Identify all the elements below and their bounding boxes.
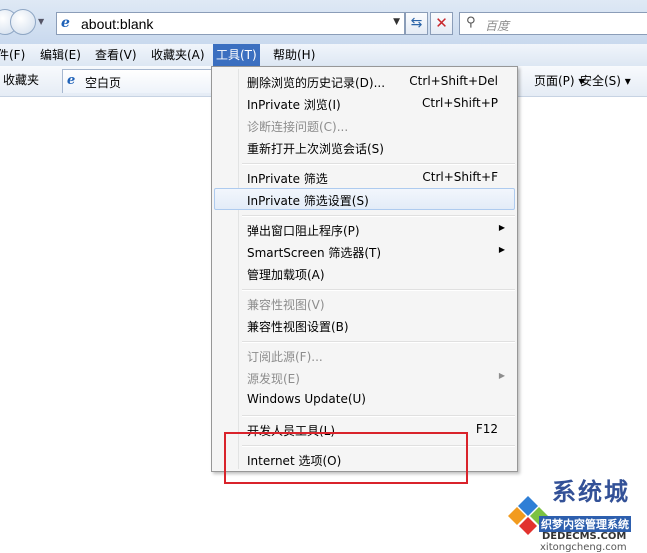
menu-item-feed-discovery: 源发现(E) ▶ [214, 366, 515, 388]
menu-item-compatibility-view-settings[interactable]: 兼容性视图设置(B) [214, 314, 515, 336]
watermark-subtitle: 织梦内容管理系统 [539, 516, 631, 532]
menu-item-label: 诊断连接问题(C)... [247, 120, 349, 134]
submenu-arrow-icon: ▶ [498, 371, 505, 380]
refresh-button[interactable]: ⇆ [405, 12, 428, 35]
watermark-site: DEDECMS.COM [542, 531, 627, 542]
recent-pages-dropdown-icon[interactable]: ▼ [38, 17, 44, 26]
menu-item-compatibility-view: 兼容性视图(V) [214, 292, 515, 314]
menu-item-shortcut: Ctrl+Shift+Del [409, 74, 498, 88]
menu-favorites[interactable]: 收藏夹(A) [148, 44, 208, 66]
favorites-button[interactable]: 收藏夹 [0, 69, 45, 92]
tab-label: 空白页 [85, 76, 122, 90]
menu-item-label: 兼容性视图(V) [247, 298, 325, 312]
search-box[interactable]: ⚲ 百度 [459, 12, 647, 35]
ie-page-icon: e [61, 15, 70, 31]
menu-item-label: 兼容性视图设置(B) [247, 320, 349, 334]
menu-tools[interactable]: 工具(T) [213, 44, 260, 66]
menu-item-label: SmartScreen 筛选器(T) [247, 246, 382, 260]
menu-item-label: InPrivate 筛选设置(S) [247, 194, 369, 208]
watermark-title: 系统城 [552, 478, 630, 506]
address-dropdown-icon[interactable]: ▼ [393, 17, 400, 27]
menu-item-label: Windows Update(U) [247, 392, 366, 406]
tab-blank-page[interactable]: e 空白页 [62, 69, 212, 93]
page-menu-button[interactable]: 页面(P) ▾ [534, 70, 584, 92]
menu-item-label: 订阅此源(F)... [247, 350, 323, 364]
menu-item-inprivate-filter-settings[interactable]: InPrivate 筛选设置(S) [214, 188, 515, 210]
address-field[interactable]: e about:blank ▼ [56, 12, 405, 35]
address-bar-area: ▼ e about:blank ▼ ⇆ ✕ ⚲ 百度 [0, 0, 647, 45]
menu-item-windows-update[interactable]: Windows Update(U) [214, 388, 515, 410]
menu-separator [242, 215, 515, 217]
menu-item-smartscreen-filter[interactable]: SmartScreen 筛选器(T) ▶ [214, 240, 515, 262]
menu-item-inprivate-filter[interactable]: InPrivate 筛选 Ctrl+Shift+F [214, 166, 515, 188]
stop-button[interactable]: ✕ [430, 12, 453, 35]
menu-help[interactable]: 帮助(H) [270, 44, 318, 66]
menu-item-label: InPrivate 浏览(I) [247, 98, 341, 112]
search-placeholder: 百度 [485, 19, 510, 33]
ie-tab-icon: e [67, 73, 76, 88]
watermark-bottom: xitongcheng.com [540, 542, 627, 553]
submenu-arrow-icon: ▶ [498, 245, 505, 254]
menu-separator [242, 163, 515, 165]
menu-separator [242, 341, 515, 343]
menu-item-subscribe-feed: 订阅此源(F)... [214, 344, 515, 366]
menu-item-label: 源发现(E) [247, 372, 300, 386]
menu-item-manage-addons[interactable]: 管理加载项(A) [214, 262, 515, 284]
menu-item-label: 删除浏览的历史记录(D)... [247, 76, 386, 90]
menu-item-delete-history[interactable]: 删除浏览的历史记录(D)... Ctrl+Shift+Del [214, 70, 515, 92]
safety-menu-button[interactable]: 安全(S) ▾ [580, 70, 631, 92]
menu-view[interactable]: 查看(V) [92, 44, 140, 66]
menu-bar: 件(F) 编辑(E) 查看(V) 收藏夹(A) 工具(T) 帮助(H) [0, 44, 647, 67]
menu-item-label: 管理加载项(A) [247, 268, 325, 282]
forward-button[interactable] [10, 9, 36, 35]
menu-item-inprivate-browsing[interactable]: InPrivate 浏览(I) Ctrl+Shift+P [214, 92, 515, 114]
search-icon: ⚲ [466, 15, 476, 30]
highlight-annotation-box [224, 432, 468, 484]
menu-file[interactable]: 件(F) [0, 44, 28, 66]
menu-item-popup-blocker[interactable]: 弹出窗口阻止程序(P) ▶ [214, 218, 515, 240]
menu-item-shortcut: Ctrl+Shift+F [422, 170, 498, 184]
menu-item-shortcut: Ctrl+Shift+P [422, 96, 498, 110]
menu-item-label: InPrivate 筛选 [247, 172, 328, 186]
menu-item-label: 弹出窗口阻止程序(P) [247, 224, 360, 238]
menu-item-label: 重新打开上次浏览会话(S) [247, 142, 384, 156]
menu-item-reopen-session[interactable]: 重新打开上次浏览会话(S) [214, 136, 515, 158]
menu-item-diagnose-connection: 诊断连接问题(C)... [214, 114, 515, 136]
menu-separator [242, 289, 515, 291]
submenu-arrow-icon: ▶ [498, 223, 505, 232]
tools-menu: 删除浏览的历史记录(D)... Ctrl+Shift+Del InPrivate… [211, 66, 518, 472]
watermark: 系统城 织梦内容管理系统 DEDECMS.COM xitongcheng.com [506, 478, 647, 553]
menu-edit[interactable]: 编辑(E) [37, 44, 84, 66]
menu-separator [242, 415, 515, 417]
address-url[interactable]: about:blank [81, 16, 153, 32]
menu-item-shortcut: F12 [475, 422, 498, 436]
